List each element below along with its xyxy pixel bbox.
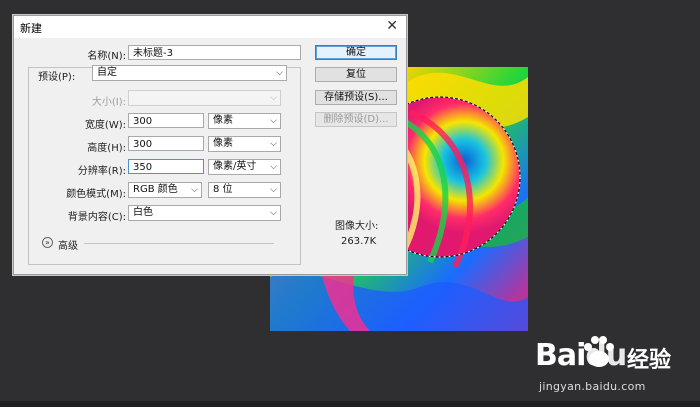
width-input[interactable]: 300 <box>128 113 204 128</box>
dialog-title: 新建 <box>20 22 42 35</box>
chevron-down-icon: ⌵ <box>270 93 277 103</box>
delete-preset-button[interactable]: 删除预设(D)... <box>315 112 397 127</box>
width-unit-value: 像素 <box>213 115 233 126</box>
height-label: 高度(H): <box>87 143 126 154</box>
chevron-down-icon: ⌵ <box>270 162 277 172</box>
taskbar-strip <box>0 401 700 407</box>
chevron-down-icon: ⌵ <box>270 139 277 149</box>
preset-select[interactable]: 自定 ⌵ <box>92 65 287 81</box>
size-select[interactable]: ⌵ <box>128 90 281 106</box>
dialog-titlebar[interactable]: 新建 ✕ <box>14 16 406 38</box>
chevron-down-icon: ⌵ <box>191 185 198 195</box>
width-unit-select[interactable]: 像素 ⌵ <box>208 113 281 129</box>
bit-depth-value: 8 位 <box>213 184 233 195</box>
bit-depth-select[interactable]: 8 位 ⌵ <box>208 182 281 198</box>
image-size-value: 263.7K <box>341 236 377 247</box>
preset-value: 自定 <box>97 67 117 78</box>
advanced-label[interactable]: 高级 <box>58 237 78 252</box>
reset-button[interactable]: 复位 <box>315 67 397 82</box>
chevron-down-icon: ⌵ <box>270 185 277 195</box>
size-label: 大小(I): <box>91 97 126 108</box>
close-icon[interactable]: ✕ <box>386 18 398 34</box>
resolution-unit-value: 像素/英寸 <box>213 161 257 172</box>
resolution-input[interactable]: 350 <box>128 159 204 174</box>
chevron-down-icon: ⌵ <box>276 68 283 78</box>
watermark-cn: 经验 <box>627 348 672 373</box>
resolution-unit-select[interactable]: 像素/英寸 ⌵ <box>208 159 281 175</box>
baidu-jingyan-watermark: Baidu 经验 jingyan.baidu.com <box>535 330 695 402</box>
double-chevron-down-icon[interactable]: » <box>42 237 53 248</box>
paw-icon <box>584 336 614 367</box>
preset-label: 预设(P): <box>34 68 94 83</box>
height-unit-value: 像素 <box>213 138 233 149</box>
color-mode-value: RGB 颜色 <box>133 184 178 195</box>
resolution-label: 分辨率(R): <box>77 166 126 177</box>
height-unit-select[interactable]: 像素 ⌵ <box>208 136 281 152</box>
background-value: 白色 <box>133 207 153 218</box>
new-document-dialog: 新建 ✕ 名称(N): 未标题-3 预设(P): 自定 ⌵ 大小(I): ⌵ 宽… <box>13 15 407 275</box>
ok-button[interactable]: 确定 <box>315 45 397 60</box>
width-label: 宽度(W): <box>84 120 126 131</box>
name-label: 名称(N): <box>87 51 126 62</box>
background-label: 背景内容(C): <box>67 212 126 223</box>
height-input[interactable]: 300 <box>128 136 204 151</box>
name-input[interactable]: 未标题-3 <box>128 45 301 60</box>
advanced-divider <box>84 243 274 244</box>
color-mode-label: 颜色模式(M): <box>66 189 126 200</box>
save-preset-button[interactable]: 存储预设(S)... <box>315 90 397 105</box>
watermark-url: jingyan.baidu.com <box>539 380 646 393</box>
background-select[interactable]: 白色 ⌵ <box>128 205 281 221</box>
chevron-down-icon: ⌵ <box>270 208 277 218</box>
chevron-down-icon: ⌵ <box>270 116 277 126</box>
image-size-label: 图像大小: <box>335 221 379 232</box>
color-mode-select[interactable]: RGB 颜色 ⌵ <box>128 182 202 198</box>
